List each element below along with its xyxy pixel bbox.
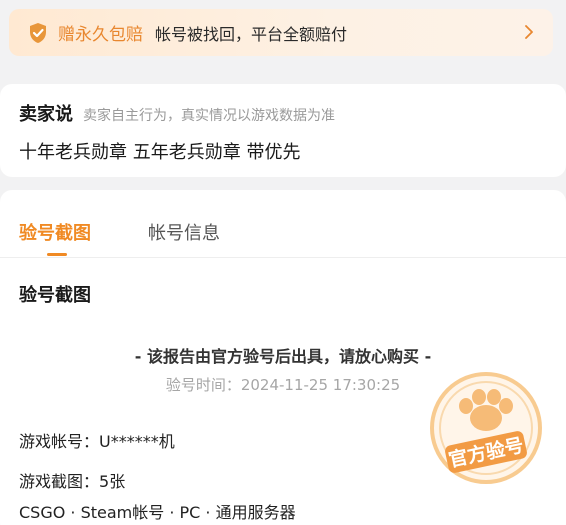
official-verified-stamp: 官方验号 bbox=[430, 372, 542, 484]
section-title: 验号截图 bbox=[19, 285, 91, 306]
seller-disclaimer: 卖家自主行为，真实情况以游戏数据为准 bbox=[83, 108, 335, 124]
verify-time-label: 验号时间： bbox=[165, 376, 241, 394]
game-account-row: 游戏帐号：U******机 bbox=[19, 428, 175, 452]
seller-note-card: 卖家说 卖家自主行为，真实情况以游戏数据为准 十年老兵勋章 五年老兵勋章 带优先 bbox=[0, 84, 566, 177]
game-account-value: U******机 bbox=[99, 432, 175, 451]
chevron-right-icon[interactable] bbox=[519, 22, 539, 42]
game-tags: CSGO · Steam帐号 · PC · 通用服务器 bbox=[19, 503, 296, 522]
guarantee-title: 赠永久包赔 bbox=[58, 25, 143, 45]
active-tab-indicator bbox=[47, 253, 67, 256]
guarantee-banner[interactable]: 赠永久包赔 帐号被找回，平台全额赔付 bbox=[9, 9, 553, 56]
game-screenshots-row: 游戏截图：5张 bbox=[19, 468, 125, 492]
guarantee-desc: 帐号被找回，平台全额赔付 bbox=[155, 24, 348, 44]
shield-check-icon bbox=[26, 21, 50, 45]
seller-note-title: 卖家说 bbox=[19, 104, 73, 125]
seller-note-header: 卖家说 卖家自主行为，真实情况以游戏数据为准 bbox=[19, 100, 335, 126]
verify-time-value: 2024-11-25 17:30:25 bbox=[240, 376, 401, 394]
seller-note-text: 十年老兵勋章 五年老兵勋章 带优先 bbox=[19, 142, 301, 163]
tab-verify-screenshots[interactable]: 验号截图 bbox=[19, 219, 91, 245]
detail-card: 验号截图 帐号信息 验号截图 - 该报告由官方验号后出具，请放心购买 - 验号时… bbox=[0, 190, 566, 525]
official-report-notice: - 该报告由官方验号后出具，请放心购买 - bbox=[134, 347, 432, 366]
tab-account-info[interactable]: 帐号信息 bbox=[148, 219, 220, 245]
game-screenshots-value: 5张 bbox=[99, 472, 126, 491]
tab-bar: 验号截图 帐号信息 bbox=[0, 190, 566, 258]
game-screenshots-label: 游戏截图： bbox=[19, 472, 100, 491]
game-account-label: 游戏帐号： bbox=[19, 432, 100, 451]
